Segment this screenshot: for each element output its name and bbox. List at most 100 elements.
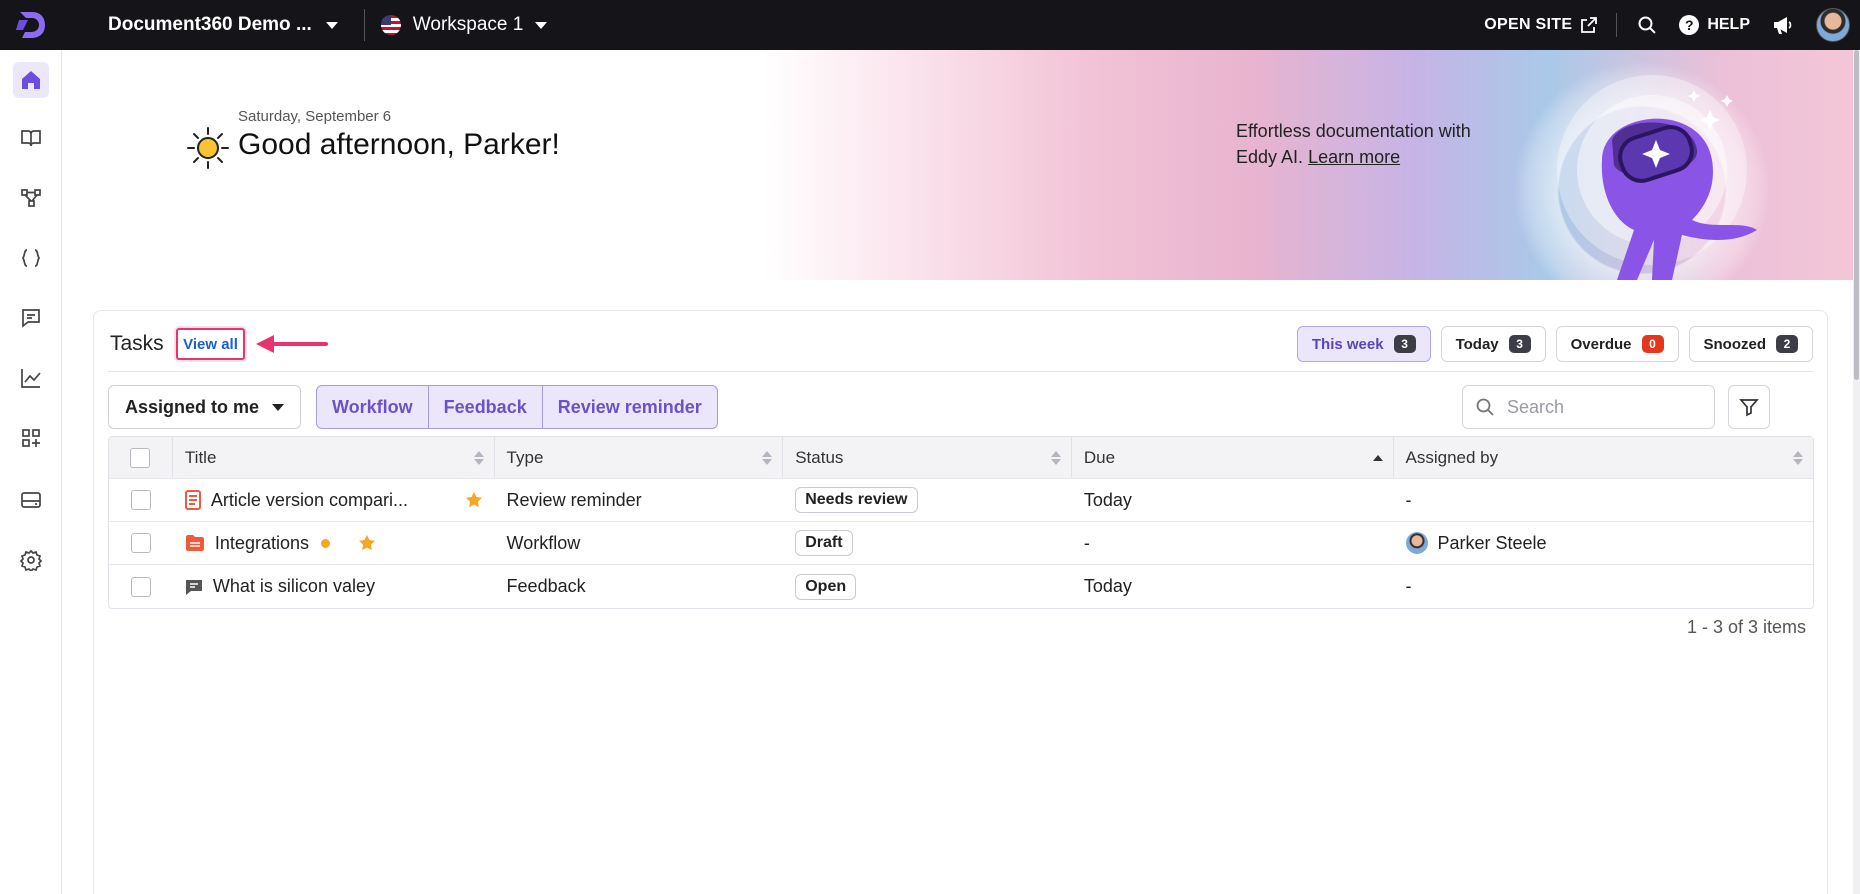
sidebar-item-analytics[interactable]: [13, 360, 49, 396]
sun-icon: [187, 127, 229, 169]
row-select-cell: [109, 479, 173, 521]
analytics-icon: [21, 369, 41, 388]
sidebar-item-settings[interactable]: [13, 542, 49, 578]
welcome-banner: Saturday, September 6 Good afternoon, Pa…: [62, 50, 1853, 280]
count-badge: 2: [1776, 335, 1798, 353]
filter-label: Snoozed: [1703, 335, 1767, 353]
learn-more-link[interactable]: Learn more: [1308, 147, 1400, 167]
table-row[interactable]: Article version compari... Review remind…: [109, 479, 1813, 522]
sort-ascending-icon: [1372, 454, 1383, 461]
sort-icon: [473, 450, 484, 465]
help-button[interactable]: ? HELP: [1679, 15, 1750, 35]
filter-button[interactable]: [1728, 385, 1770, 429]
column-label: Status: [795, 447, 844, 467]
pointer-arrow-icon: [256, 335, 328, 353]
assigned-by-cell: -: [1405, 576, 1412, 596]
segment-feedback[interactable]: Feedback: [429, 386, 543, 428]
open-site-label: OPEN SITE: [1484, 16, 1573, 33]
row-checkbox[interactable]: [130, 533, 151, 553]
project-name: Document360 Demo ...: [108, 14, 312, 35]
sidebar-item-drive[interactable]: [13, 482, 49, 518]
segment-review-reminder[interactable]: Review reminder: [543, 386, 717, 428]
star-icon[interactable]: [465, 491, 483, 509]
task-period-filters: This week 3 Today 3 Overdue 0 Snoozed 2: [1296, 326, 1813, 362]
filter-overdue[interactable]: Overdue 0: [1555, 326, 1679, 362]
filter-this-week[interactable]: This week 3: [1296, 326, 1431, 362]
count-badge: 3: [1393, 335, 1416, 353]
article-icon: [184, 490, 201, 510]
status-badge: Open: [795, 573, 857, 600]
filter-label: Overdue: [1570, 335, 1632, 353]
table-row[interactable]: What is silicon valey Feedback Open Toda…: [109, 565, 1813, 608]
filter-snoozed[interactable]: Snoozed 2: [1688, 326, 1813, 362]
count-badge: 0: [1641, 335, 1664, 353]
chevron-down-icon: [535, 21, 548, 29]
star-icon[interactable]: [358, 534, 376, 552]
sidebar: [0, 50, 62, 894]
sidebar-item-workflow[interactable]: [13, 180, 49, 216]
announcements-button[interactable]: [1772, 15, 1794, 35]
due-cell: Today: [1083, 576, 1132, 596]
sidebar-item-feedback[interactable]: [13, 300, 49, 336]
greeting-title: Good afternoon, Parker!: [238, 128, 560, 161]
row-checkbox[interactable]: [130, 490, 151, 510]
drive-icon: [21, 492, 41, 508]
search-button[interactable]: [1637, 15, 1657, 35]
page-scrollbar[interactable]: [1853, 50, 1860, 894]
filter-today[interactable]: Today 3: [1440, 326, 1546, 362]
type-cell: Feedback: [506, 576, 586, 596]
assigned-to-dropdown[interactable]: Assigned to me: [108, 385, 301, 429]
title-cell[interactable]: What is silicon valey: [173, 565, 495, 608]
view-all-link[interactable]: View all: [176, 328, 245, 360]
due-cell: -: [1083, 532, 1090, 553]
task-type-segment: Workflow Feedback Review reminder: [316, 385, 718, 429]
column-due[interactable]: Due: [1072, 437, 1394, 478]
column-type[interactable]: Type: [495, 437, 784, 478]
status-badge: Needs review: [795, 487, 918, 513]
column-label: Type: [506, 447, 544, 467]
divider: [1616, 13, 1618, 37]
task-title: Integrations: [214, 532, 309, 553]
status-cell: Needs review: [783, 479, 1072, 521]
user-avatar[interactable]: [1816, 8, 1850, 42]
divider: [108, 371, 1813, 372]
type-cell: Workflow: [506, 532, 581, 553]
external-link-icon: [1581, 17, 1598, 33]
column-assigned-by[interactable]: Assigned by: [1394, 437, 1814, 478]
title-cell[interactable]: Article version compari...: [173, 479, 495, 521]
title-cell[interactable]: Integrations: [173, 522, 495, 564]
document360-logo[interactable]: [0, 0, 62, 50]
sidebar-item-home[interactable]: [13, 62, 49, 98]
filter-label: This week: [1311, 335, 1384, 353]
sidebar-item-integrations[interactable]: [13, 420, 49, 456]
project-selector[interactable]: Document360 Demo ...: [108, 14, 338, 36]
us-flag-icon: [380, 15, 401, 35]
task-title: What is silicon valey: [212, 576, 375, 596]
table-row[interactable]: Integrations Workflow Draft - Parker Ste…: [109, 522, 1813, 565]
workspace-selector[interactable]: Workspace 1: [380, 14, 548, 36]
column-status[interactable]: Status: [783, 437, 1072, 478]
sort-icon: [1050, 450, 1061, 465]
column-label: Assigned by: [1405, 447, 1499, 467]
tasks-table: Title Type Status Due Assigned by Articl…: [108, 436, 1814, 609]
chevron-down-icon: [325, 21, 338, 29]
feedback-icon: [185, 578, 203, 596]
search-input[interactable]: [1507, 396, 1697, 418]
home-icon: [22, 71, 40, 89]
row-checkbox[interactable]: [130, 576, 151, 597]
search-icon: [1476, 398, 1494, 416]
workspace-name: Workspace 1: [412, 14, 524, 35]
sidebar-item-documentation[interactable]: [13, 120, 49, 156]
select-all-checkbox[interactable]: [130, 447, 151, 468]
pagination-summary: 1 - 3 of 3 items: [1686, 617, 1806, 637]
open-site-button[interactable]: OPEN SITE: [1484, 16, 1598, 34]
select-all-cell: [109, 437, 173, 478]
comment-icon: [22, 309, 40, 328]
sidebar-item-api[interactable]: [13, 240, 49, 276]
column-label: Title: [184, 447, 217, 467]
main-content: Saturday, September 6 Good afternoon, Pa…: [62, 50, 1853, 894]
unsaved-dot-icon: [320, 538, 330, 548]
segment-workflow[interactable]: Workflow: [317, 386, 429, 428]
gear-icon: [20, 549, 42, 571]
column-title[interactable]: Title: [173, 437, 495, 478]
